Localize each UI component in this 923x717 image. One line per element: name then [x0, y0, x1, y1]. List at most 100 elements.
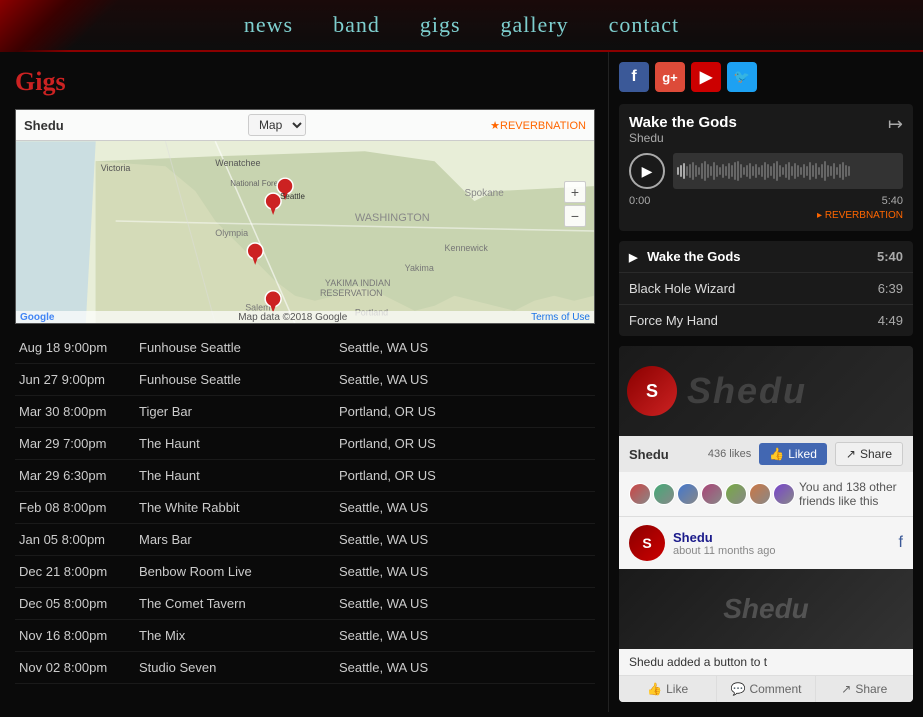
player-artist: Shedu: [629, 131, 737, 145]
map-type-selector[interactable]: Map: [248, 114, 306, 136]
waveform-bar: [776, 161, 778, 181]
gig-venue: Funhouse Seattle: [139, 372, 339, 387]
waveform[interactable]: [673, 153, 903, 189]
friend-avatars: [629, 483, 795, 505]
comment-action-label: Comment: [749, 682, 801, 696]
track-duration: 5:40: [877, 249, 903, 264]
gig-location: Portland, OR US: [339, 436, 436, 451]
gigs-table: Aug 18 9:00pm Funhouse Seattle Seattle, …: [15, 332, 595, 684]
svg-text:Spokane: Spokane: [464, 188, 504, 199]
post-image-logo: Shedu: [723, 593, 809, 625]
fb-post-header: S Shedu about 11 months ago f: [619, 517, 913, 569]
gig-row[interactable]: Mar 29 7:00pm The Haunt Portland, OR US: [15, 428, 595, 460]
right-panel: f g+ ▶ 🐦 Wake the Gods Shedu ↦ ▶ 0:00: [608, 52, 923, 712]
gig-location: Seattle, WA US: [339, 660, 428, 675]
nav-gigs[interactable]: gigs: [420, 12, 461, 38]
waveform-bar: [773, 163, 775, 179]
gig-row[interactable]: Jan 05 8:00pm Mars Bar Seattle, WA US: [15, 524, 595, 556]
fb-friends-section: You and 138 other friends like this: [619, 472, 913, 516]
waveform-bar: [683, 163, 685, 179]
friend-avatar: [677, 483, 699, 505]
track-item[interactable]: Force My Hand 4:49: [619, 305, 913, 336]
google-plus-icon[interactable]: g+: [655, 62, 685, 92]
waveform-bar: [794, 163, 796, 179]
map-header: Shedu Map ★REVERBNATION: [16, 110, 594, 141]
like-action-label: Like: [666, 682, 688, 696]
player-info: Wake the Gods Shedu: [629, 114, 737, 145]
waveform-bar: [791, 166, 793, 176]
waveform-bar: [827, 165, 829, 177]
gig-venue: The White Rabbit: [139, 500, 339, 515]
gig-row[interactable]: Feb 08 8:00pm The White Rabbit Seattle, …: [15, 492, 595, 524]
player-share-button[interactable]: ↦: [888, 114, 903, 135]
gig-row[interactable]: Nov 16 8:00pm The Mix Seattle, WA US: [15, 620, 595, 652]
fb-like-action[interactable]: 👍 Like: [619, 676, 717, 702]
svg-text:Yakima: Yakima: [405, 263, 434, 273]
svg-text:Kennewick: Kennewick: [445, 243, 489, 253]
nav-band[interactable]: band: [333, 12, 380, 38]
fb-comment-action[interactable]: 💬 Comment: [717, 676, 815, 702]
gig-location: Portland, OR US: [339, 404, 436, 419]
gig-location: Seattle, WA US: [339, 564, 428, 579]
time-current: 0:00: [629, 195, 650, 207]
nav-news[interactable]: news: [244, 12, 293, 38]
waveform-bar: [764, 162, 766, 180]
player-time: 0:00 5:40: [629, 195, 903, 207]
waveform-bar: [824, 161, 826, 181]
waveform-bar: [842, 162, 844, 180]
youtube-icon[interactable]: ▶: [691, 62, 721, 92]
gig-location: Seattle, WA US: [339, 340, 428, 355]
map-terms[interactable]: Terms of Use: [531, 312, 590, 323]
gig-date: Dec 21 8:00pm: [19, 564, 139, 579]
gig-venue: The Mix: [139, 628, 339, 643]
fb-like-button[interactable]: 👍 Liked: [759, 443, 827, 465]
nav-contact[interactable]: contact: [609, 12, 680, 38]
left-panel: Gigs Shedu Map ★REVERBNATION: [0, 52, 608, 712]
gig-row[interactable]: Dec 21 8:00pm Benbow Room Live Seattle, …: [15, 556, 595, 588]
waveform-bar: [815, 163, 817, 179]
gig-venue: Benbow Room Live: [139, 564, 339, 579]
track-item[interactable]: Black Hole Wizard 6:39: [619, 273, 913, 305]
gig-venue: Studio Seven: [139, 660, 339, 675]
gig-row[interactable]: Aug 18 9:00pm Funhouse Seattle Seattle, …: [15, 332, 595, 364]
map-data-credit: Map data ©2018 Google: [238, 312, 347, 323]
player-track-title: Wake the Gods: [629, 114, 737, 131]
gig-row[interactable]: Nov 02 8:00pm Studio Seven Seattle, WA U…: [15, 652, 595, 684]
nav-gallery[interactable]: gallery: [501, 12, 569, 38]
gig-row[interactable]: Dec 05 8:00pm The Comet Tavern Seattle, …: [15, 588, 595, 620]
gig-row[interactable]: Mar 30 8:00pm Tiger Bar Portland, OR US: [15, 396, 595, 428]
player-reverbnation-label: ▸ REVERBNATION: [629, 210, 903, 221]
map-zoom-out[interactable]: −: [564, 205, 586, 227]
waveform-bar: [830, 166, 832, 176]
waveform-bar: [677, 167, 679, 175]
waveform-bar: [680, 165, 682, 177]
fb-share-button[interactable]: ↗ Share: [835, 442, 903, 466]
fb-post-info: Shedu about 11 months ago: [673, 530, 891, 557]
friend-avatar: [773, 483, 795, 505]
map-zoom-in[interactable]: +: [564, 181, 586, 203]
twitter-icon[interactable]: 🐦: [727, 62, 757, 92]
play-button[interactable]: ▶: [629, 153, 665, 189]
share-icon: ↗: [846, 447, 856, 461]
friend-avatar: [749, 483, 771, 505]
facebook-icon[interactable]: f: [619, 62, 649, 92]
waveform-bar: [797, 165, 799, 177]
gig-row[interactable]: Jun 27 9:00pm Funhouse Seattle Seattle, …: [15, 364, 595, 396]
google-logo: Google: [20, 312, 54, 323]
waveform-bar: [767, 164, 769, 178]
track-name: ▶ Wake the Gods: [629, 249, 741, 264]
gig-row[interactable]: Mar 29 6:30pm The Haunt Portland, OR US: [15, 460, 595, 492]
gig-date: Dec 05 8:00pm: [19, 596, 139, 611]
fb-post-section: S Shedu about 11 months ago f Shedu Shed…: [619, 516, 913, 702]
gig-venue: The Haunt: [139, 468, 339, 483]
map-title: Shedu: [24, 118, 64, 133]
page-title: Gigs: [15, 67, 593, 97]
track-item[interactable]: ▶ Wake the Gods 5:40: [619, 241, 913, 273]
svg-text:WASHINGTON: WASHINGTON: [355, 212, 430, 224]
share-label: Share: [860, 447, 892, 461]
waveform-bar: [725, 166, 727, 176]
fb-share-action[interactable]: ↗ Share: [816, 676, 913, 702]
fb-post-caption: Shedu added a button to t: [619, 649, 913, 675]
gig-location: Portland, OR US: [339, 468, 436, 483]
waveform-bar: [734, 162, 736, 180]
